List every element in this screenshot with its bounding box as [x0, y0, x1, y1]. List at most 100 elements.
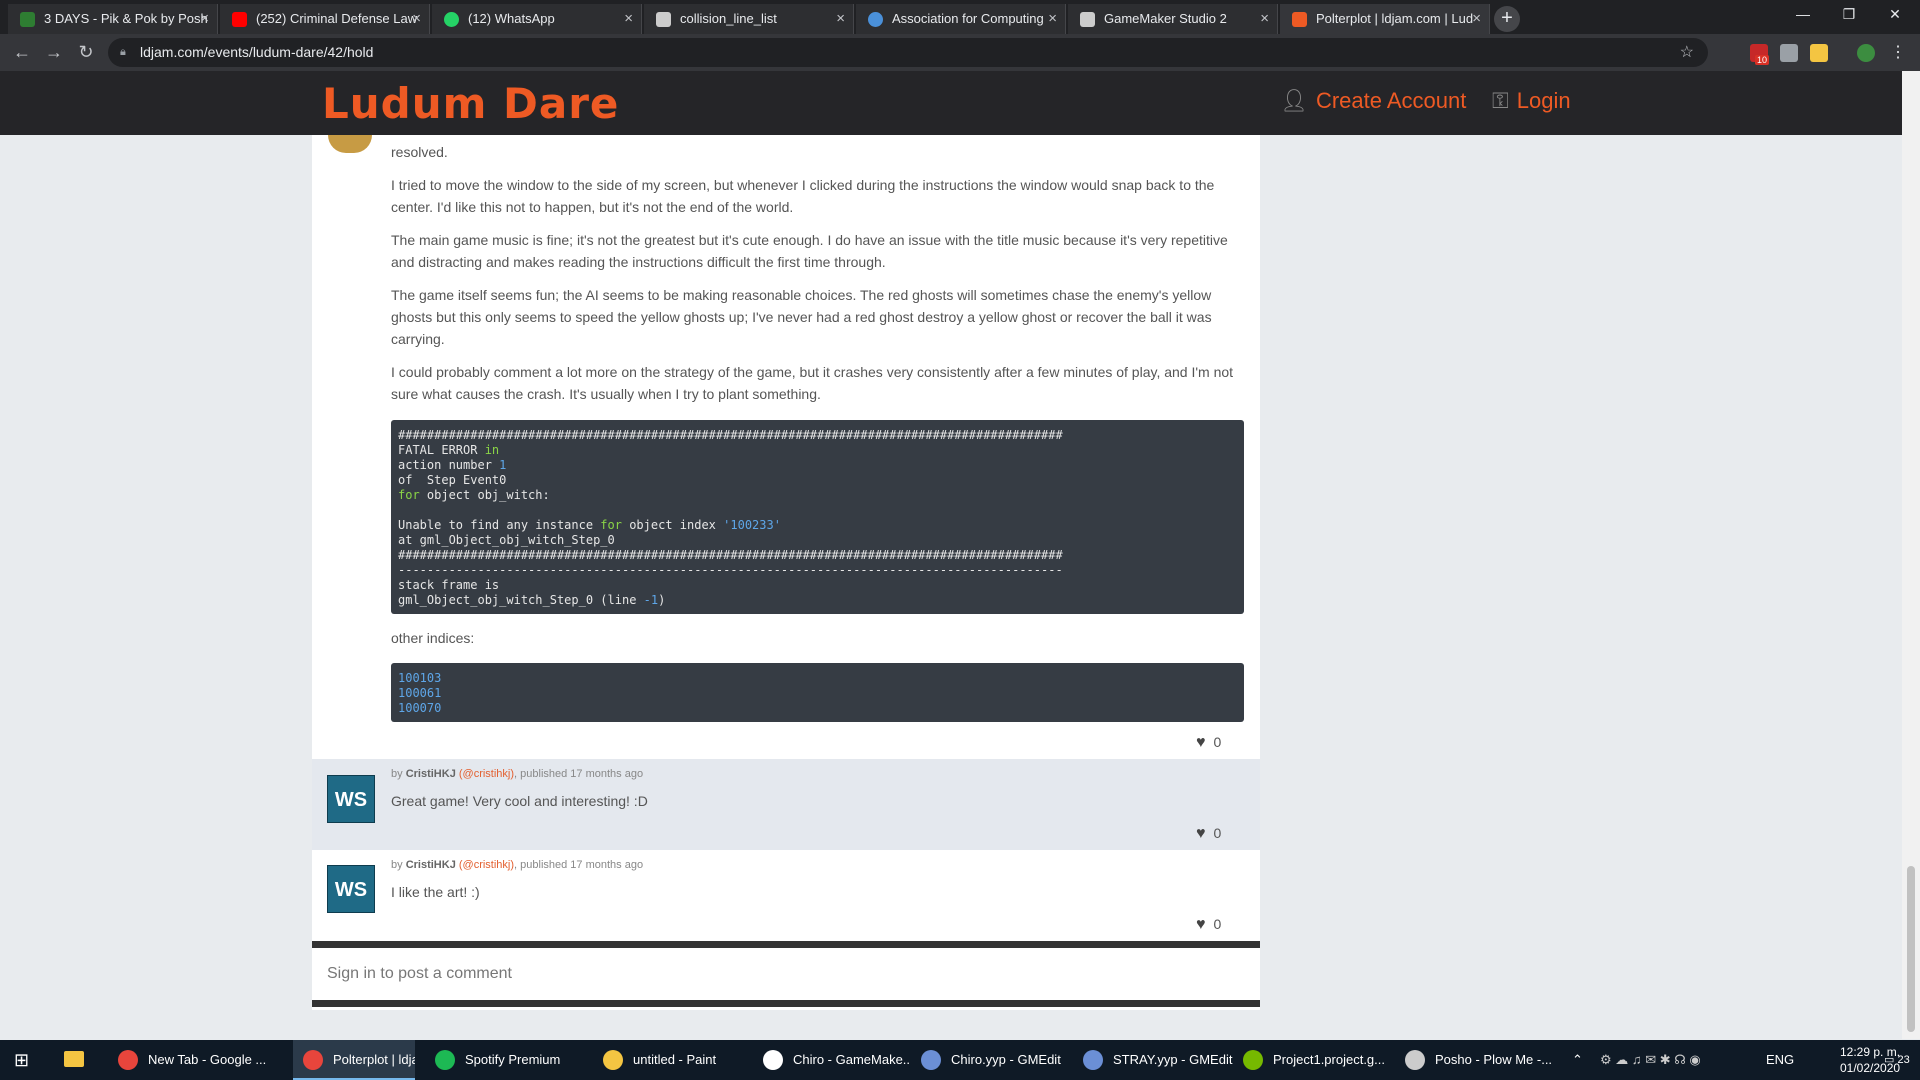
language-indicator[interactable]: ENG	[1766, 1040, 1794, 1080]
close-window-icon[interactable]: ✕	[1872, 0, 1918, 30]
comment-meta: by CristiHKJ (@cristihkj), published 17 …	[391, 768, 643, 780]
gamemaker-icon	[656, 12, 671, 27]
reload-icon[interactable]: ↻	[72, 34, 100, 71]
close-tab-icon[interactable]: ×	[1260, 4, 1269, 34]
taskbar-label: Project1.project.g...	[1273, 1052, 1385, 1067]
post-paragraph: The main game music is fine; it's not th…	[391, 232, 1228, 270]
close-tab-icon[interactable]: ×	[412, 4, 421, 34]
comment-published: , published 17 months ago	[514, 859, 644, 871]
gmedit-icon	[921, 1050, 941, 1070]
comment-handle[interactable]: (@cristihkj)	[459, 768, 514, 780]
taskbar-item[interactable]: Posho - Plow Me -...	[1395, 1040, 1555, 1080]
heart-icon: ♥	[1196, 825, 1206, 842]
notification-center[interactable]: ▭ 23	[1884, 1040, 1910, 1080]
tab-title: (12) WhatsApp	[468, 11, 555, 26]
taskbar-item[interactable]: Project1.project.g...	[1233, 1040, 1395, 1080]
chrome-icon	[118, 1050, 138, 1070]
comment-by: by	[391, 859, 403, 871]
file-explorer-icon[interactable]	[64, 1051, 84, 1067]
tab-acm[interactable]: Association for Computing ×	[856, 4, 1066, 34]
post-paragraph: I could probably comment a lot more on t…	[391, 364, 1234, 402]
comment-author[interactable]: CristiHKJ	[406, 859, 456, 871]
tab-criminal-defense[interactable]: (252) Criminal Defense Law ×	[220, 4, 430, 34]
windows-taskbar: ⊞ New Tab - Google ... Polterplot | ldja…	[0, 1040, 1920, 1080]
project-icon	[1243, 1050, 1263, 1070]
heart-icon: ♥	[1196, 916, 1206, 933]
comment-author[interactable]: CristiHKJ	[406, 768, 456, 780]
taskbar-label: untitled - Paint	[633, 1052, 717, 1067]
back-icon[interactable]: ←	[8, 34, 36, 71]
taskbar-item[interactable]: STRAY.yyp - GMEdit	[1073, 1040, 1233, 1080]
browser-toolbar: ← → ↻ 🔒︎ ldjam.com/events/ludum-dare/42/…	[0, 34, 1920, 71]
new-tab-button[interactable]: +	[1494, 6, 1520, 32]
tab-pik-pok[interactable]: 3 DAYS - Pik & Pok by Posh ×	[8, 4, 218, 34]
taskbar-label: STRAY.yyp - GMEdit	[1113, 1052, 1233, 1067]
code-line: 100061	[398, 686, 442, 700]
chrome-icon	[303, 1050, 323, 1070]
chat-icon: ▭	[1884, 1054, 1895, 1066]
gmedit-icon	[1083, 1050, 1103, 1070]
taskbar-item[interactable]: Chiro - GameMake...	[753, 1040, 911, 1080]
login-link[interactable]: ⚿ Login	[1492, 88, 1571, 114]
profile-avatar[interactable]	[1857, 44, 1875, 62]
browser-menu-icon[interactable]: ⋮	[1890, 42, 1906, 62]
ludum-dare-logo[interactable]: Ludum Dare	[322, 79, 619, 128]
comment-handle[interactable]: (@cristihkj)	[459, 859, 514, 871]
tray-icons[interactable]: ⚙ ☁ ♫ ✉ ✱ ☊ ◉	[1600, 1040, 1701, 1080]
tab-collision-line-list[interactable]: collision_line_list ×	[644, 4, 854, 34]
divider	[312, 941, 1260, 948]
taskbar-item[interactable]: New Tab - Google ...	[108, 1040, 293, 1080]
close-tab-icon[interactable]: ×	[836, 4, 845, 34]
taskbar-label: Posho - Plow Me -...	[1435, 1052, 1553, 1067]
tab-gamemaker-studio[interactable]: GameMaker Studio 2 ×	[1068, 4, 1278, 34]
bookmark-star-icon[interactable]: ☆	[1680, 38, 1694, 67]
tab-whatsapp[interactable]: (12) WhatsApp ×	[432, 4, 642, 34]
sign-in-link[interactable]: Sign in to post a comment	[327, 965, 512, 983]
restore-icon[interactable]: ❐	[1826, 0, 1872, 30]
address-bar[interactable]: 🔒︎ ldjam.com/events/ludum-dare/42/hold ☆	[108, 38, 1708, 67]
tab-title: (252) Criminal Defense Law	[256, 11, 418, 26]
create-account-link[interactable]: 👤︎ Create Account	[1280, 88, 1466, 114]
taskbar-label: Spotify Premium	[465, 1052, 561, 1067]
tab-title: collision_line_list	[680, 11, 777, 26]
indices-code-block: 100103 100061 100070	[391, 663, 1244, 722]
code-line: 100103	[398, 671, 442, 685]
taskbar-label: Chiro - GameMake...	[793, 1052, 911, 1067]
extension-badge: 10	[1755, 55, 1770, 65]
taskbar-item[interactable]: Chiro.yyp - GMEdit	[911, 1040, 1073, 1080]
close-tab-icon[interactable]: ×	[624, 4, 633, 34]
like-count: 0	[1213, 825, 1222, 841]
post-paragraph: The game itself seems fun; the AI seems …	[391, 287, 1212, 347]
extension-icon[interactable]	[1810, 44, 1828, 62]
taskbar-item[interactable]: Spotify Premium	[425, 1040, 593, 1080]
minimize-icon[interactable]: —	[1780, 0, 1826, 30]
taskbar-item[interactable]: untitled - Paint	[593, 1040, 753, 1080]
taskbar-item[interactable]: Polterplot | ldjam.c...	[293, 1040, 415, 1080]
like-count: 0	[1213, 916, 1222, 932]
lock-icon: 🔒︎	[120, 46, 126, 58]
site-header: Ludum Dare 👤︎ Create Account ⚿ Login	[0, 71, 1902, 135]
comment: WS by CristiHKJ (@cristihkj), published …	[312, 850, 1260, 941]
ludum-dare-icon	[1292, 12, 1307, 27]
comment: WS by CristiHKJ (@cristihkj), published …	[312, 759, 1260, 850]
app-icon	[1405, 1050, 1425, 1070]
comment-like-button[interactable]: ♥ 0	[1196, 825, 1221, 843]
tab-polterplot[interactable]: Polterplot | ldjam.com | Lud ×	[1280, 4, 1490, 34]
comment-text: Great game! Very cool and interesting! :…	[391, 793, 648, 809]
post-like-button[interactable]: ♥ 0	[1196, 734, 1221, 752]
windows-start-icon[interactable]: ⊞	[14, 1050, 34, 1070]
close-tab-icon[interactable]: ×	[1048, 4, 1057, 34]
post-paragraph: I tried to move the window to the side o…	[391, 177, 1215, 215]
close-tab-icon[interactable]: ×	[200, 4, 209, 34]
forward-icon[interactable]: →	[40, 34, 68, 71]
close-tab-icon[interactable]: ×	[1472, 4, 1481, 34]
pocket-icon[interactable]	[1780, 44, 1798, 62]
avatar[interactable]: WS	[327, 775, 375, 823]
scrollbar-thumb[interactable]	[1907, 866, 1915, 1032]
comment-like-button[interactable]: ♥ 0	[1196, 916, 1221, 934]
avatar[interactable]: WS	[327, 865, 375, 913]
taskbar-label: Chiro.yyp - GMEdit	[951, 1052, 1061, 1067]
tray-expand-icon[interactable]: ⌃	[1572, 1040, 1583, 1080]
comment-by: by	[391, 768, 403, 780]
like-count: 0	[1213, 734, 1222, 750]
